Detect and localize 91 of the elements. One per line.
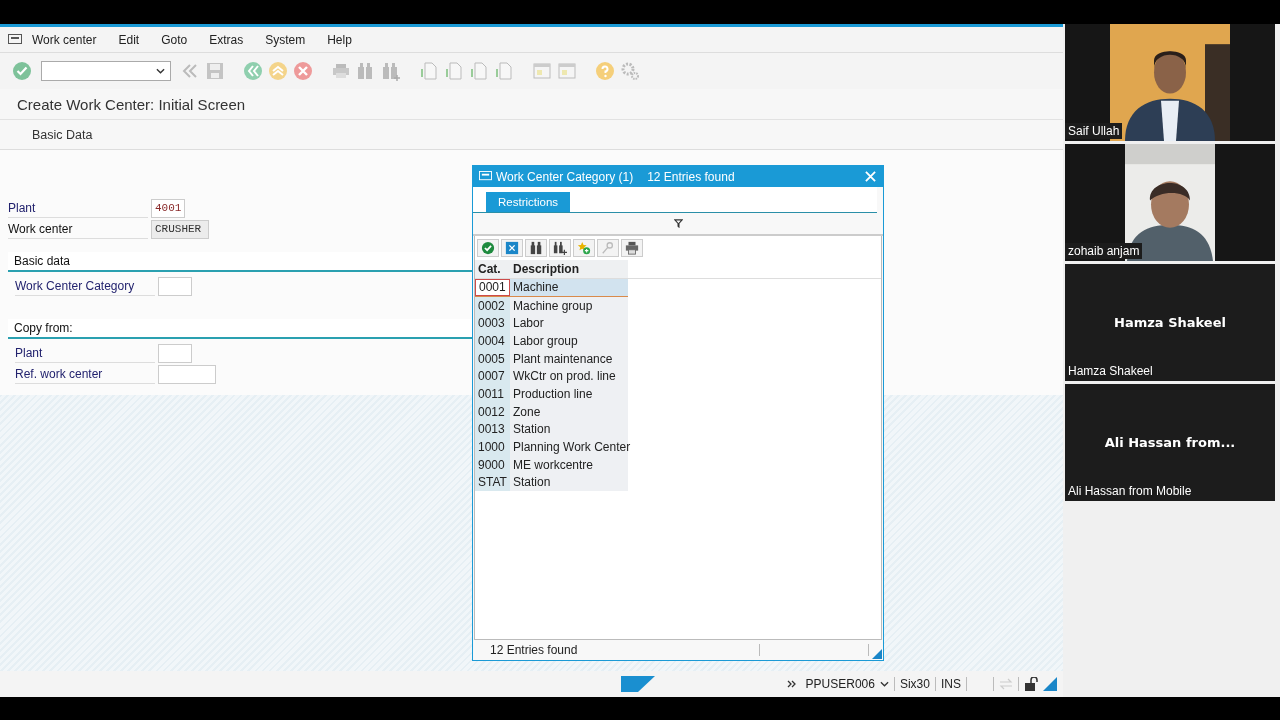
- video-tile[interactable]: Saif Ullah: [1065, 24, 1275, 141]
- table-cell-text: Zone: [512, 403, 542, 421]
- column-header[interactable]: Description: [510, 262, 631, 276]
- list-row[interactable]: 0004 Labor group: [475, 332, 628, 350]
- expand-icon[interactable]: [786, 679, 797, 689]
- save-icon[interactable]: [205, 61, 225, 81]
- group-title: Copy from:: [14, 321, 73, 335]
- table-cell-text: Labor group: [512, 332, 579, 350]
- table-cell-text: Machine group: [512, 297, 594, 315]
- table-cell-text: Plant maintenance: [512, 350, 614, 368]
- exit-icon[interactable]: [268, 61, 288, 81]
- page-icon[interactable]: [444, 61, 464, 81]
- input-field[interactable]: [158, 277, 192, 296]
- page-icon[interactable]: [419, 61, 439, 81]
- field-label: Plant: [8, 199, 148, 218]
- check-icon[interactable]: [477, 239, 499, 257]
- dialog-title: Work Center Category (1): [496, 169, 634, 184]
- close-icon[interactable]: [865, 171, 876, 182]
- table-cell-text: Machine: [512, 279, 560, 296]
- transfer-icon[interactable]: [999, 677, 1013, 691]
- column-header[interactable]: Cat.: [475, 262, 510, 276]
- status-text: 12 Entries found: [490, 643, 578, 657]
- list-row[interactable]: 0003 Labor: [475, 314, 628, 333]
- table-cell-text: Station: [512, 474, 552, 492]
- print-icon[interactable]: [621, 239, 643, 257]
- window-icon[interactable]: [532, 61, 552, 81]
- logo-icon: [621, 676, 655, 692]
- video-tile[interactable]: Hamza Shakeel Hamza Shakeel: [1065, 264, 1275, 381]
- page-icon[interactable]: [494, 61, 514, 81]
- window-icon[interactable]: [557, 61, 577, 81]
- status-item: INS: [941, 677, 961, 691]
- table-cell-text: WkCtr on prod. line: [512, 368, 617, 386]
- table-cell: 0001: [475, 279, 510, 296]
- participant-label: Saif Ullah: [1065, 123, 1123, 139]
- participant-name: Hamza Shakeel: [1114, 315, 1226, 330]
- video-tile[interactable]: Ali Hassan from... Ali Hassan from Mobile: [1065, 384, 1275, 501]
- table-cell: 0007: [475, 367, 510, 386]
- check-icon[interactable]: [12, 61, 32, 81]
- help-icon[interactable]: [595, 61, 615, 81]
- dialog-subtitle: 12 Entries found: [647, 169, 735, 184]
- participant-name: Ali Hassan from...: [1104, 435, 1236, 450]
- participant-label: zohaib anjam: [1065, 243, 1143, 259]
- menu-item[interactable]: Work center: [32, 32, 97, 47]
- list-row[interactable]: 0007 WkCtr on prod. line: [475, 367, 628, 386]
- table-cell-text: Production line: [512, 385, 594, 403]
- table-cell: 0004: [475, 332, 510, 350]
- table-cell-text: Station: [512, 421, 552, 439]
- table-cell: 1000: [475, 438, 510, 456]
- menu-item[interactable]: Extras: [209, 32, 244, 47]
- page-icon[interactable]: [469, 61, 489, 81]
- screen-title: Create Work Center: Initial Screen: [17, 95, 246, 113]
- display-field: CRUSHER: [151, 220, 209, 239]
- table-cell-text: ME workcentre: [512, 456, 595, 474]
- table-cell-text: Planning Work Center: [512, 439, 628, 456]
- menu-icon[interactable]: [8, 33, 22, 46]
- binoculars-icon[interactable]: [525, 239, 547, 257]
- input-field[interactable]: 4001: [151, 199, 186, 218]
- table-cell: 0011: [475, 385, 510, 403]
- basic-data-button[interactable]: Basic Data: [20, 123, 105, 146]
- video-tile[interactable]: zohaib anjam: [1065, 144, 1275, 261]
- field-label: Ref. work center: [15, 365, 155, 384]
- menu-item[interactable]: Edit: [118, 32, 140, 47]
- binoculars-plus-icon[interactable]: [549, 239, 571, 257]
- back-icon[interactable]: [243, 61, 263, 81]
- lock-icon[interactable]: [1024, 677, 1038, 691]
- list-row[interactable]: 0011 Production line: [475, 385, 628, 403]
- field-label: Work center: [8, 220, 148, 239]
- group-title: Basic data: [14, 254, 71, 268]
- input-field[interactable]: [158, 344, 192, 363]
- menu-item[interactable]: System: [265, 32, 306, 47]
- field-label: Plant: [15, 344, 155, 363]
- filter-icon[interactable]: [673, 219, 683, 228]
- dropdown-icon[interactable]: [879, 681, 889, 687]
- settings-icon[interactable]: [620, 61, 640, 81]
- table-cell: 0003: [475, 314, 510, 333]
- list-row[interactable]: 0001 Machine: [475, 279, 628, 297]
- command-field[interactable]: [41, 61, 171, 81]
- resize-grip-icon[interactable]: [872, 649, 882, 659]
- resize-grip-icon[interactable]: [1043, 677, 1057, 691]
- menu-item[interactable]: Help: [327, 32, 352, 47]
- cancel-icon[interactable]: [501, 239, 523, 257]
- menu-item[interactable]: Goto: [161, 32, 188, 47]
- status-item: Six30: [899, 677, 930, 691]
- cancel-icon[interactable]: [293, 61, 313, 81]
- window-menu-icon[interactable]: [479, 171, 492, 182]
- input-field[interactable]: [158, 365, 216, 384]
- dropdown-icon[interactable]: [156, 68, 165, 74]
- table-cell-text: Labor: [512, 315, 545, 333]
- field-label: Work Center Category: [15, 277, 155, 296]
- status-item: PPUSER006: [805, 677, 875, 691]
- list-row[interactable]: 1000 Planning Work Center: [475, 438, 628, 456]
